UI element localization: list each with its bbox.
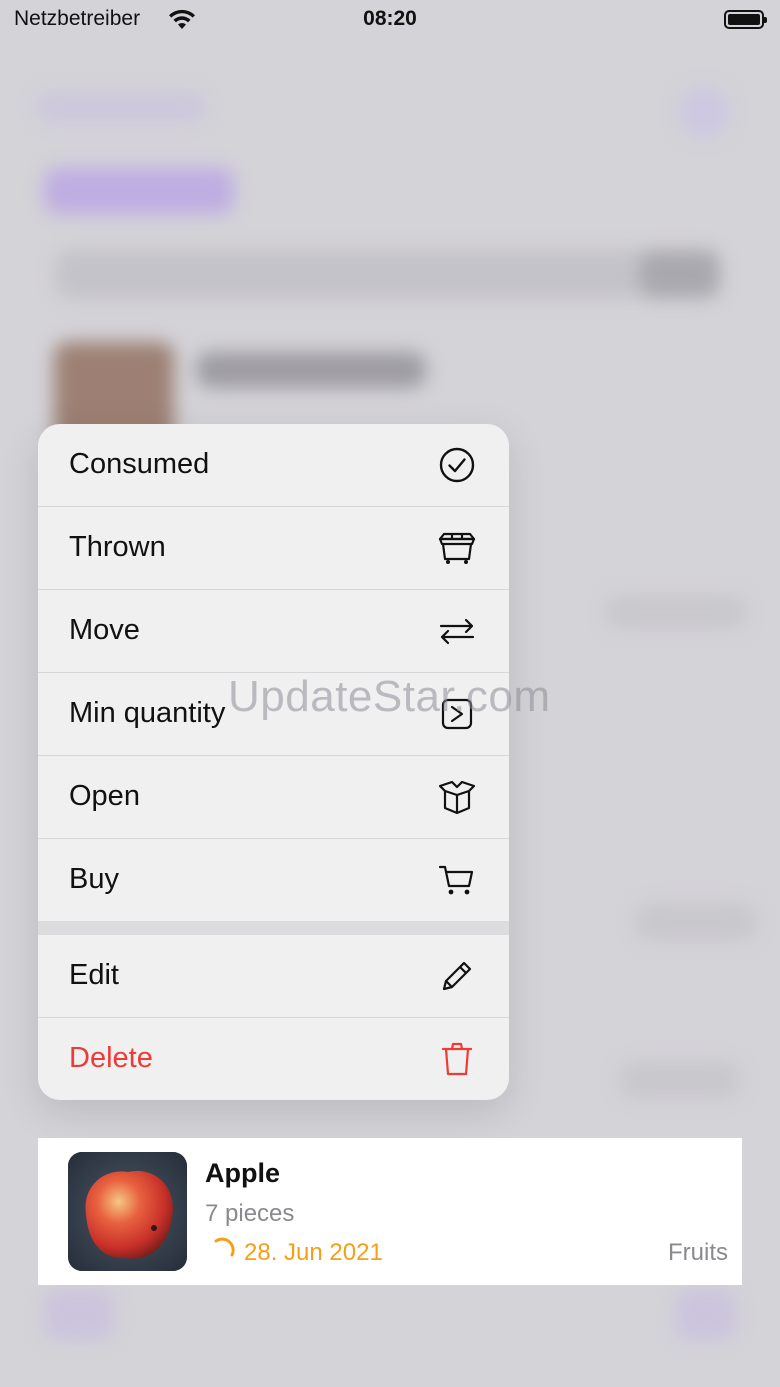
bg-row-meta-2 <box>636 904 756 940</box>
arrows-left-right-icon <box>437 611 477 651</box>
item-thumbnail <box>68 1152 187 1271</box>
bg-title <box>44 168 234 214</box>
menu-item-label: Move <box>69 614 140 646</box>
menu-item-label: Edit <box>69 959 119 991</box>
menu-item-delete[interactable]: Delete <box>38 1018 509 1100</box>
item-expiry-date: 28. Jun 2021 <box>244 1239 383 1266</box>
trash-icon <box>437 1039 477 1079</box>
clock: 08:20 <box>363 7 417 30</box>
menu-item-label: Open <box>69 780 140 812</box>
cart-icon <box>437 860 477 900</box>
bg-row-meta-3 <box>620 1062 740 1098</box>
status-bar: Netzbetreiber 08:20 <box>0 0 780 40</box>
bg-avatar <box>678 86 730 138</box>
item-name: Apple <box>205 1158 281 1188</box>
menu-item-consumed[interactable]: Consumed <box>38 424 509 507</box>
bg-search-button <box>640 250 720 298</box>
menu-item-edit[interactable]: Edit <box>38 935 509 1018</box>
menu-item-label: Consumed <box>69 448 210 480</box>
checkmark-circle-icon <box>437 445 477 485</box>
bg-back-link <box>36 92 206 122</box>
battery-icon <box>724 10 767 29</box>
pencil-icon <box>437 956 477 996</box>
open-box-icon <box>437 777 477 817</box>
bg-row-meta <box>606 596 746 628</box>
item-quantity: 7 pieces <box>205 1200 295 1227</box>
expiry-progress-icon <box>210 1237 236 1263</box>
watermark: UpdateStar.com <box>228 672 551 721</box>
item-category: Fruits <box>668 1239 728 1266</box>
dumpster-icon <box>437 528 477 568</box>
menu-item-label: Buy <box>69 863 119 895</box>
bg-row-title <box>196 352 426 388</box>
menu-item-move[interactable]: Move <box>38 590 509 673</box>
menu-item-buy[interactable]: Buy <box>38 839 509 921</box>
menu-item-open[interactable]: Open <box>38 756 509 839</box>
menu-item-label: Min quantity <box>69 697 226 729</box>
menu-item-label: Thrown <box>69 531 166 563</box>
menu-item-label: Delete <box>69 1042 153 1074</box>
menu-item-thrown[interactable]: Thrown <box>38 507 509 590</box>
bg-tab-icon-2 <box>676 1290 736 1340</box>
menu-group-separator <box>38 921 509 935</box>
item-preview-card[interactable]: Apple 7 pieces 28. Jun 2021 Fruits <box>38 1138 742 1285</box>
context-menu: Consumed Thrown Move Min quantity Open B… <box>38 424 509 1100</box>
bg-search <box>56 250 720 298</box>
bg-tab-icon <box>44 1290 114 1340</box>
